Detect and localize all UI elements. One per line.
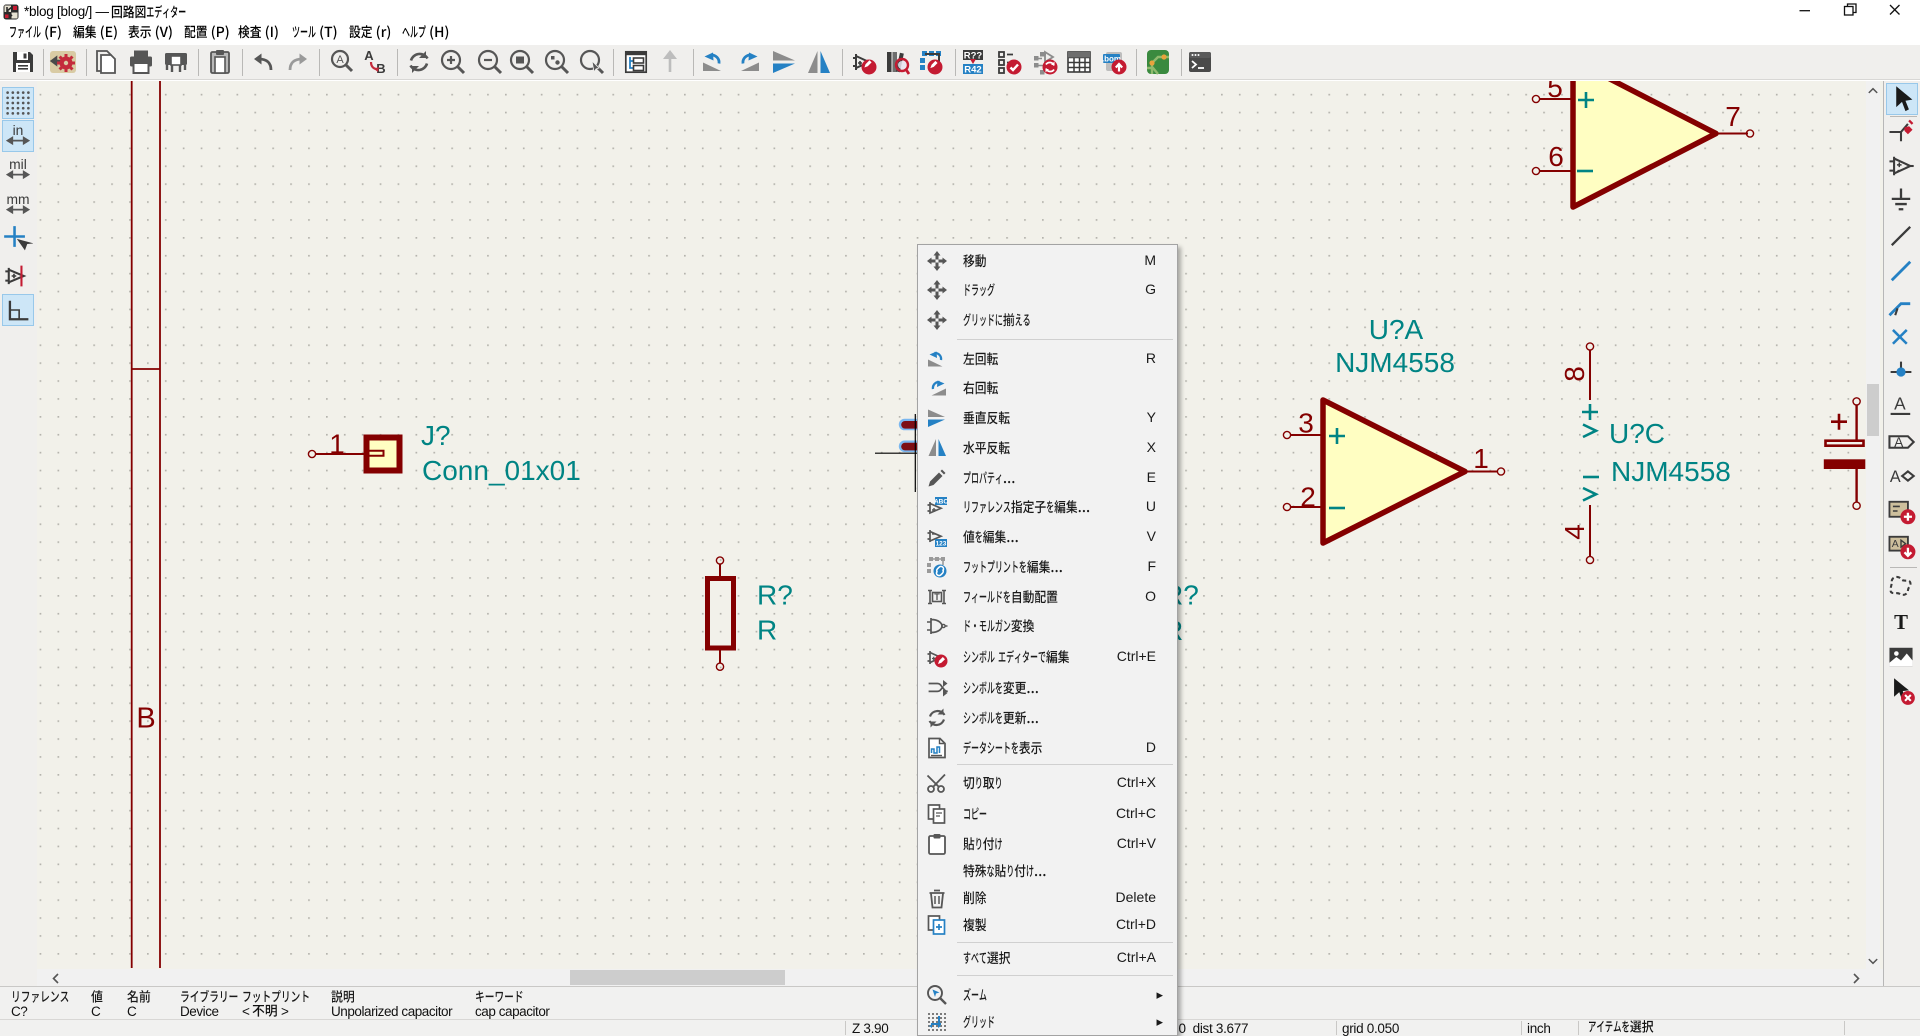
svg-text:T: T [934,592,940,602]
svg-text:U?A: U?A [1369,314,1424,345]
svg-text:7: 7 [1725,101,1741,132]
svg-text:in: in [13,121,24,137]
svg-text:R42: R42 [964,65,981,76]
svg-text:A: A [336,54,344,66]
svg-text:A: A [364,48,374,63]
svg-text:2: 2 [1300,482,1316,513]
svg-text:mil: mil [9,156,27,172]
svg-text:A: A [1894,434,1904,450]
svg-text:NJM4558: NJM4558 [1335,347,1455,378]
svg-text:1: 1 [329,429,345,460]
svg-text:ABC: ABC [934,499,948,506]
svg-text:J?: J? [421,420,451,451]
svg-text:mm: mm [6,190,29,206]
svg-text:A: A [1890,468,1901,486]
svg-text:R?: R? [757,580,793,611]
svg-text:8: 8 [1559,366,1590,382]
svg-text:123: 123 [936,541,947,548]
svg-text:T: T [1894,611,1908,633]
svg-text:1: 1 [1473,443,1489,474]
svg-text:NJM4558: NJM4558 [1611,456,1731,487]
svg-text:A: A [1892,539,1899,550]
svg-text:Conn_01x01: Conn_01x01 [422,455,581,486]
svg-text:B: B [136,703,155,735]
svg-text:U?C: U?C [1609,418,1665,449]
svg-text:3: 3 [1298,408,1314,439]
svg-text:A: A [1894,393,1906,413]
svg-text:R: R [757,615,777,646]
svg-text:5: 5 [1547,81,1563,103]
svg-text:4: 4 [1559,524,1590,540]
svg-text:6: 6 [1548,141,1564,172]
